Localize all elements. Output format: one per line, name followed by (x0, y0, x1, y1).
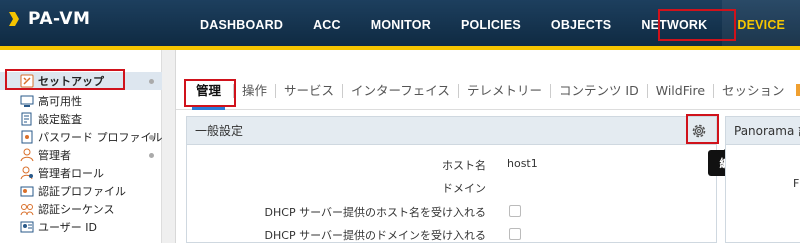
tab-operations[interactable]: 操作 (233, 83, 277, 98)
expand-dot (149, 79, 154, 84)
tab-bar: 管理 操作 サービス インターフェイス テレメトリー コンテンツ ID Wild… (176, 72, 800, 110)
sidebar-item-label: 高可用性 (38, 95, 82, 108)
nav-objects[interactable]: OBJECTS (536, 0, 626, 46)
admin-role-icon (20, 166, 34, 180)
auth-sequence-icon (20, 202, 34, 216)
expand-dot (149, 153, 154, 158)
dhcp-domain-checkbox[interactable] (509, 228, 521, 240)
panorama-field-fragment: F (793, 177, 800, 190)
sidebar-item-label: 管理者ロール (38, 167, 104, 180)
highlight-box-device (658, 9, 736, 41)
user-id-icon (20, 220, 34, 234)
sidebar-item-label: 管理者 (38, 149, 71, 162)
panel-title: Panorama 設定 (726, 117, 800, 145)
sidebar-item-label: 認証プロファイル (38, 185, 126, 198)
field-label: ドメイン (442, 182, 486, 195)
tab-telemetry[interactable]: テレメトリー (459, 83, 551, 98)
nav-dashboard[interactable]: DASHBOARD (188, 0, 298, 46)
row-domain: ドメイン (187, 176, 718, 198)
audit-icon (20, 112, 34, 126)
logo-text: PA-VM (28, 9, 91, 29)
tab-wildfire[interactable]: WildFire (648, 83, 715, 98)
panel-title: 一般設定 (187, 117, 716, 145)
tab-services[interactable]: サービス (276, 83, 344, 98)
ha-icon (20, 94, 34, 108)
sidebar-item-ha[interactable]: 高可用性 (0, 92, 162, 110)
dhcp-hostname-checkbox[interactable] (509, 205, 521, 217)
general-settings-panel: 一般設定 ホスト名 host1 ドメイン DHCP サーバー提供のホスト名を受け… (186, 116, 717, 243)
sidebar-item-admins[interactable]: 管理者 (0, 146, 162, 164)
sidebar-item-admin-roles[interactable]: 管理者ロール (0, 164, 162, 182)
row-hostname: ホスト名 host1 (187, 153, 718, 175)
tab-session[interactable]: セッション (714, 83, 793, 98)
sidebar-item-label: ユーザー ID (38, 221, 97, 234)
row-dhcp-domain: DHCP サーバー提供のドメインを受け入れる (187, 223, 718, 243)
tab-interfaces[interactable]: インターフェイス (343, 83, 459, 98)
admin-icon (20, 148, 34, 162)
nav-policies[interactable]: POLICIES (446, 0, 536, 46)
expand-dot (149, 135, 154, 140)
password-icon (20, 130, 34, 144)
logo: PA-VM (6, 9, 90, 29)
sidebar-item-password-profile[interactable]: パスワード プロファイル (0, 128, 163, 146)
field-label: DHCP サーバー提供のドメインを受け入れる (264, 229, 486, 242)
sidebar-item-label: 認証シーケンス (38, 203, 115, 216)
row-dhcp-hostname: DHCP サーバー提供のホスト名を受け入れる (187, 200, 718, 222)
sidebar-item-auth-profile[interactable]: 認証プロファイル (0, 182, 162, 200)
sidebar-scrollbar[interactable] (162, 50, 176, 243)
sidebar-item-auth-sequence[interactable]: 認証シーケンス (0, 200, 162, 218)
sidebar-item-user-id[interactable]: ユーザー ID (0, 218, 162, 236)
tab-overflow-edge (796, 84, 800, 96)
panorama-settings-panel: Panorama 設定 F (725, 116, 800, 243)
sidebar-item-audit[interactable]: 設定監査 (0, 110, 162, 128)
nav-monitor[interactable]: MONITOR (356, 0, 446, 46)
highlight-box-management-tab (184, 79, 236, 107)
field-label: DHCP サーバー提供のホスト名を受け入れる (264, 206, 486, 219)
auth-profile-icon (20, 184, 34, 198)
hostname-value: host1 (507, 157, 538, 170)
nav-acc[interactable]: ACC (298, 0, 356, 46)
sidebar-item-label: パスワード プロファイル (38, 131, 163, 144)
highlight-box-gear (686, 114, 719, 144)
tab-content-id[interactable]: コンテンツ ID (551, 83, 648, 98)
logo-icon (6, 11, 22, 27)
sidebar-item-label: 設定監査 (38, 113, 82, 126)
field-label: ホスト名 (442, 159, 486, 172)
highlight-box-setup (5, 69, 125, 90)
